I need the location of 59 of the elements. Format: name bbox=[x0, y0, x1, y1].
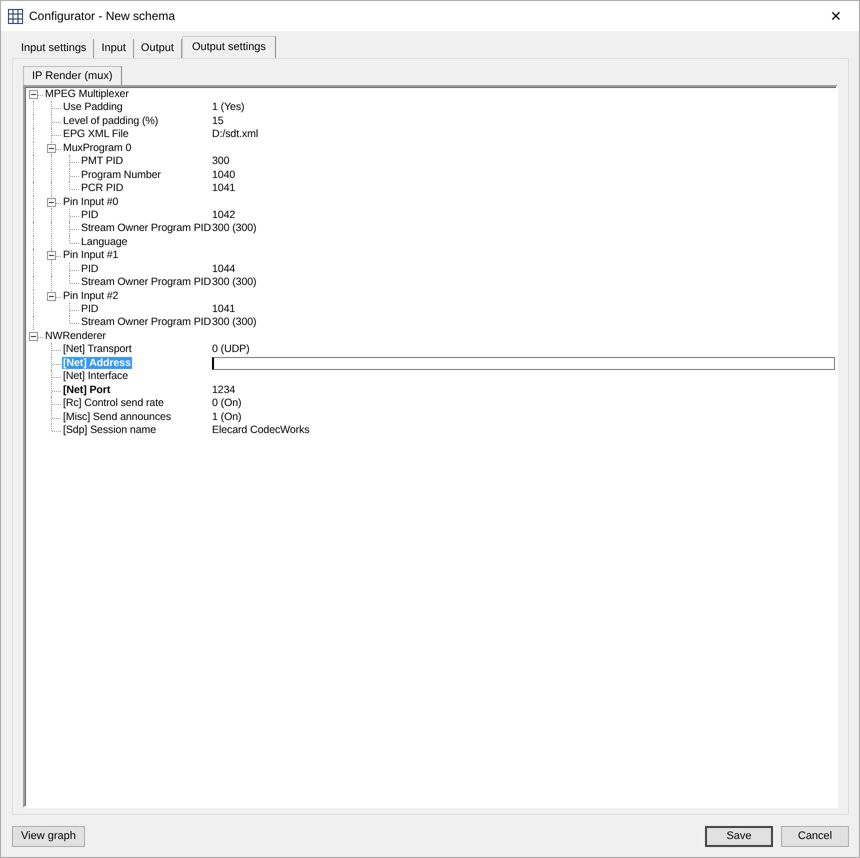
property-name[interactable]: PID bbox=[80, 208, 100, 221]
tree-node[interactable]: NWRenderer bbox=[44, 330, 107, 342]
property-value: 0 (On) bbox=[212, 397, 242, 410]
property-name[interactable]: Stream Owner Program PID bbox=[80, 316, 212, 328]
property-name[interactable]: Level of padding (%) bbox=[62, 114, 160, 127]
collapse-icon[interactable] bbox=[29, 90, 38, 99]
property-value: 1041 bbox=[212, 182, 236, 196]
collapse-icon[interactable] bbox=[47, 251, 56, 260]
property-name[interactable]: Stream Owner Program PID bbox=[80, 276, 212, 288]
property-name[interactable]: [Net] Port bbox=[62, 384, 112, 396]
property-name[interactable]: PID bbox=[80, 303, 100, 315]
property-value: 0 (UDP) bbox=[212, 343, 250, 357]
tab[interactable]: Input settings bbox=[14, 39, 94, 58]
value-field[interactable] bbox=[212, 356, 835, 370]
property-name[interactable]: [Net] Transport bbox=[62, 343, 133, 356]
tab[interactable]: Output settings bbox=[182, 36, 276, 58]
tree-node[interactable]: Pin Input #0 bbox=[62, 196, 120, 208]
property-value: 1234 bbox=[212, 384, 236, 398]
property-value: 1040 bbox=[212, 168, 236, 182]
tree-node[interactable]: Pin Input #1 bbox=[62, 249, 120, 262]
property-name[interactable]: PID bbox=[80, 262, 100, 275]
property-value: 300 bbox=[212, 155, 230, 169]
property-name[interactable]: PCR PID bbox=[80, 182, 124, 194]
property-name[interactable]: Use Padding bbox=[62, 101, 124, 114]
tree-node[interactable]: MPEG Multiplexer bbox=[44, 88, 130, 100]
property-name[interactable]: [Net] Interface bbox=[62, 370, 130, 382]
property-name[interactable]: PMT PID bbox=[80, 155, 124, 168]
close-button[interactable]: ✕ bbox=[813, 2, 859, 30]
tree-node[interactable]: Pin Input #2 bbox=[62, 290, 120, 302]
property-value: 300 (300) bbox=[212, 276, 256, 290]
property-name[interactable]: Stream Owner Program PID bbox=[80, 222, 212, 234]
grid-icon bbox=[8, 8, 23, 24]
property-name[interactable]: [Misc] Send announces bbox=[62, 410, 172, 422]
dialog-button[interactable]: Cancel bbox=[781, 826, 849, 846]
property-value: 300 (300) bbox=[212, 222, 256, 236]
property-name[interactable]: [Sdp] Session name bbox=[62, 424, 158, 436]
property-name[interactable]: Program Number bbox=[80, 168, 162, 181]
tree-node[interactable]: MuxProgram 0 bbox=[62, 142, 132, 154]
property-name[interactable]: [Rc] Control send rate bbox=[62, 397, 165, 410]
property-value: 1042 bbox=[212, 208, 236, 222]
dialog-button[interactable]: Save bbox=[705, 826, 773, 846]
view-graph-button[interactable]: View graph bbox=[12, 826, 85, 846]
collapse-icon[interactable] bbox=[29, 332, 38, 341]
property-value: 300 (300) bbox=[212, 316, 256, 330]
collapse-icon[interactable] bbox=[47, 198, 56, 206]
property-value: D:/sdt.xml bbox=[212, 128, 258, 142]
property-name[interactable]: EPG XML File bbox=[62, 128, 130, 140]
window-title: Configurator - New schema bbox=[29, 8, 176, 25]
property-value: Elecard CodecWorks bbox=[212, 424, 310, 438]
property-value: 1041 bbox=[212, 303, 236, 316]
collapse-icon[interactable] bbox=[47, 292, 56, 301]
property-value: 1 (On) bbox=[212, 410, 242, 424]
property-name[interactable]: Language bbox=[80, 236, 128, 248]
collapse-icon[interactable] bbox=[47, 144, 56, 153]
property-value: 15 bbox=[212, 114, 224, 128]
tab[interactable]: IP Render (mux) bbox=[23, 66, 122, 85]
property-value: 1044 bbox=[212, 262, 236, 276]
tab[interactable]: Input bbox=[94, 39, 134, 58]
property-value: 1 (Yes) bbox=[212, 101, 244, 115]
